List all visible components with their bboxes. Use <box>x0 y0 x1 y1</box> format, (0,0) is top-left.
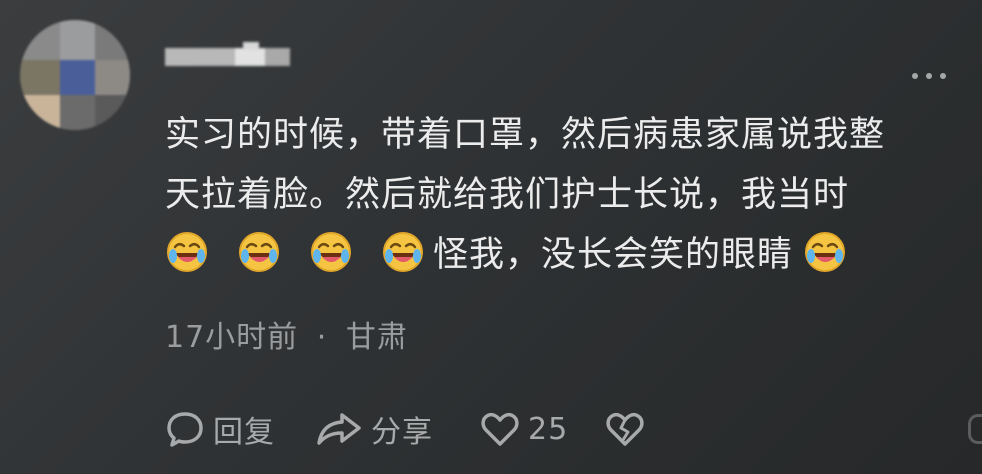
dot <box>912 73 918 79</box>
laughing-emoji-icon <box>167 232 207 272</box>
avatar-pixel <box>20 60 60 95</box>
laughing-emoji-icon <box>805 232 846 272</box>
comment-meta: 17小时前 · 甘肃 <box>165 312 408 356</box>
comment-line-3: 怪我，没长会笑的眼睛 <box>165 225 955 285</box>
avatar-pixel <box>60 60 95 95</box>
dot <box>940 73 946 79</box>
reply-label: 回复 <box>213 415 275 450</box>
heart-icon <box>481 412 519 446</box>
comment-body: 实习的时候，带着口罩，然后病患家属说我整 天拉着脸。然后就给我们护士长说，我当时 <box>165 105 955 285</box>
like-button[interactable]: 25 <box>480 409 605 449</box>
like-count: 25 <box>528 411 569 447</box>
dislike-button[interactable] <box>605 409 645 449</box>
comment-line-1: 实习的时候，带着口罩，然后病患家属说我整 <box>165 115 886 155</box>
edge-handle <box>968 414 982 444</box>
username-blur-block <box>243 42 259 50</box>
more-options-icon[interactable] <box>912 70 952 82</box>
share-label: 分享 <box>371 415 433 450</box>
avatar-pixel <box>60 95 95 130</box>
share-arrow-icon <box>317 413 361 445</box>
laughing-emoji-icon <box>311 232 351 272</box>
avatar-pixel <box>20 95 60 130</box>
reply-button[interactable]: 回复 <box>165 407 315 451</box>
timestamp: 17小时前 <box>165 320 299 355</box>
avatar-pixel <box>20 20 60 60</box>
meta-separator: · <box>316 320 328 355</box>
username[interactable] <box>165 42 290 72</box>
username-blur-block <box>235 48 265 66</box>
comment-bubble-icon <box>167 412 203 447</box>
avatar-pixel <box>95 95 130 130</box>
laughing-emoji-icon <box>239 232 279 272</box>
username-blur-block <box>265 48 290 66</box>
comment-line-2: 天拉着脸。然后就给我们护士长说，我当时 <box>165 175 850 215</box>
action-bar: 回复 分享 25 <box>165 404 645 454</box>
broken-heart-icon <box>606 412 644 446</box>
location: 甘肃 <box>345 320 408 355</box>
avatar[interactable] <box>20 20 130 130</box>
avatar-pixel <box>60 20 95 60</box>
comment-line-3-text: 怪我，没长会笑的眼睛 <box>433 235 794 275</box>
username-blur-block <box>165 48 235 66</box>
dot <box>926 73 932 79</box>
avatar-pixel <box>95 20 130 60</box>
avatar-pixel <box>95 60 130 95</box>
laughing-emoji-icon <box>383 232 423 272</box>
share-button[interactable]: 分享 <box>315 407 480 451</box>
